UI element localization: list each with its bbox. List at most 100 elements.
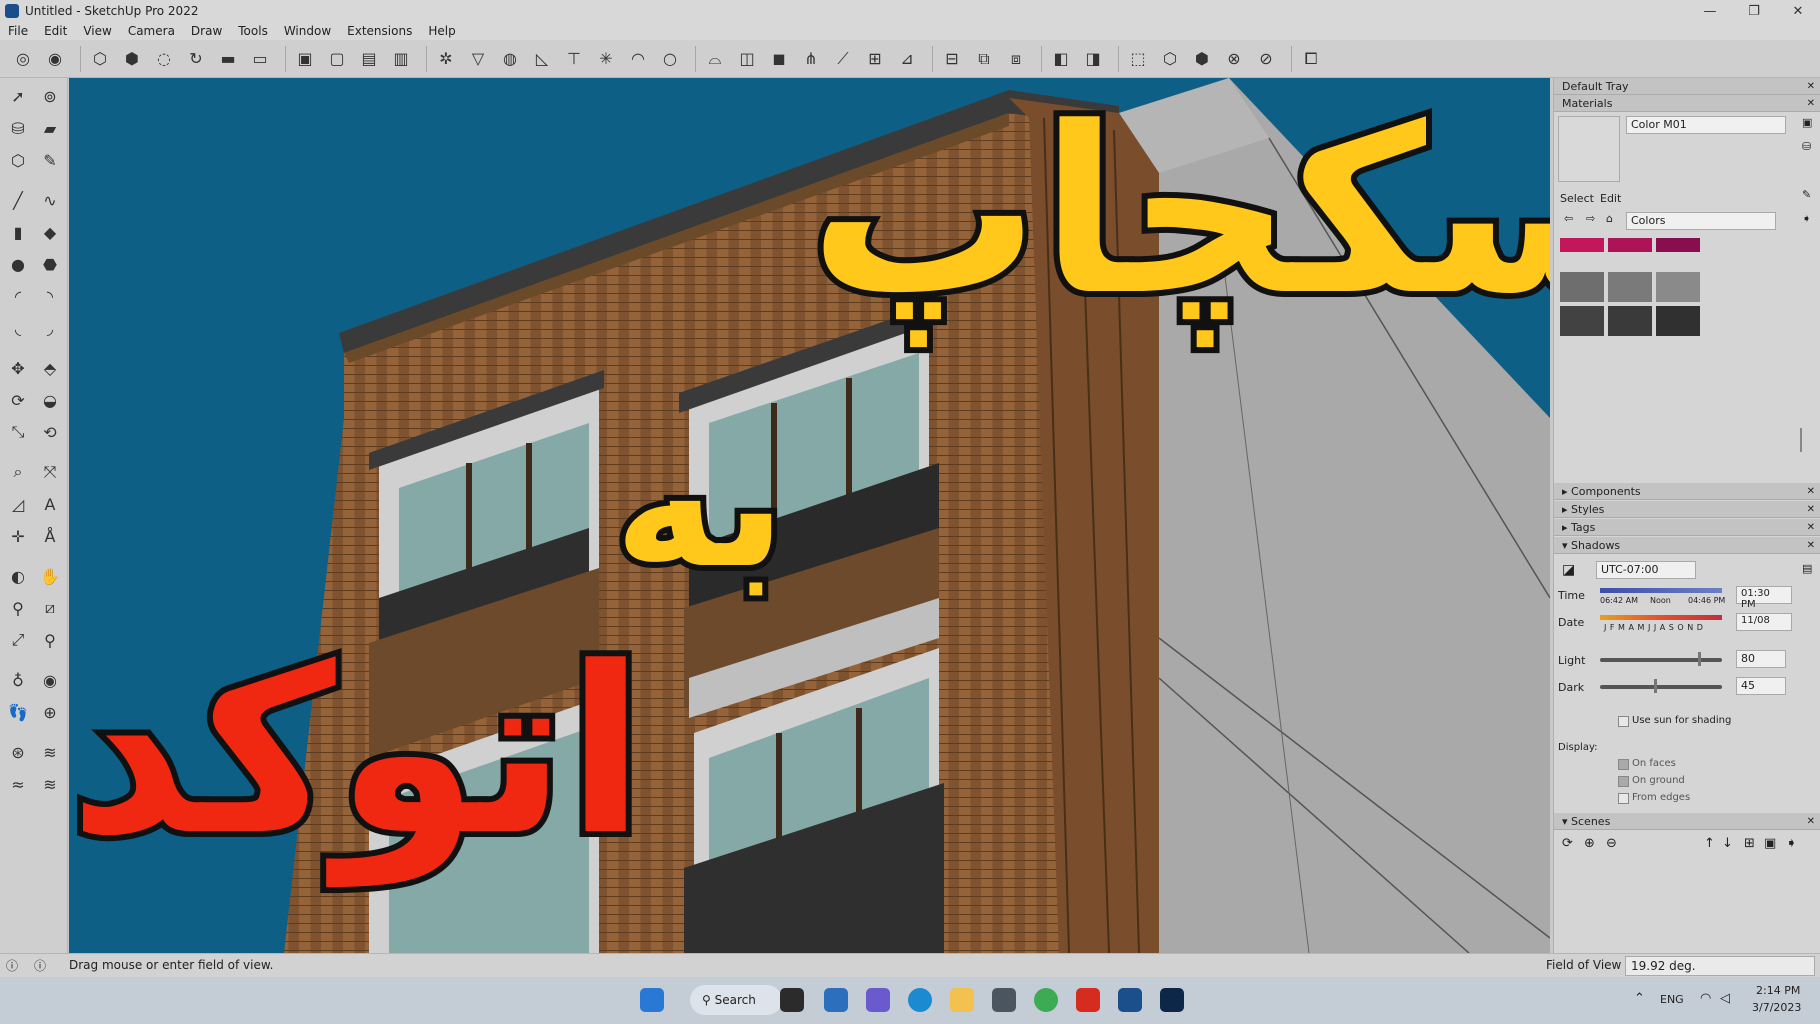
window-frame-icon[interactable]: ▤ [356,46,382,72]
material-swatch[interactable] [1656,272,1700,302]
tag-pencil-icon[interactable]: ✎ [36,146,64,174]
freehand-icon[interactable]: ∿ [36,186,64,214]
sandbox-contours-icon[interactable]: ⊛ [4,738,32,766]
back-arrow-icon[interactable]: ⇦ [1564,212,1573,225]
menu-view[interactable]: View [75,24,119,38]
scene-view-options-icon[interactable]: ⊞ [1744,836,1755,851]
lasso-icon[interactable]: ⊚ [36,82,64,110]
show-hidden-icons-icon[interactable]: ⌃ [1634,991,1645,1006]
polygon-icon[interactable]: ⬣ [36,250,64,278]
instructor-icon[interactable]: ⓘ [34,957,46,974]
protractor-icon[interactable]: ◺ [529,46,555,72]
material-swatch[interactable] [1656,306,1700,336]
time-slider[interactable] [1600,588,1722,593]
remove-scene-icon[interactable]: ⊖ [1606,836,1617,851]
pan-icon[interactable]: ✋ [36,562,64,590]
solid-tools-icon[interactable]: ◨ [1080,46,1106,72]
view-iso-icon[interactable]: ⬚ [1125,46,1151,72]
solid-tools-icon[interactable]: ◧ [1048,46,1074,72]
menu-window[interactable]: Window [276,24,339,38]
cube-icon[interactable]: ◫ [734,46,760,72]
shadows-header[interactable]: ▾ Shadows ✕ [1554,537,1820,554]
extension-icon[interactable]: ◌ [151,46,177,72]
material-swatch[interactable] [1608,272,1652,302]
volume-icon[interactable]: ◁ [1720,991,1730,1006]
menu-draw[interactable]: Draw [183,24,230,38]
light-slider-thumb[interactable] [1698,652,1701,666]
scene-thumbnails-icon[interactable]: ▣ [1764,836,1776,851]
walk-icon[interactable]: 👣 [4,698,32,726]
arc-3pt-icon[interactable]: ◟ [4,314,32,342]
pie-icon[interactable]: ◞ [36,314,64,342]
menu-extensions[interactable]: Extensions [339,24,420,38]
vcb-field[interactable]: 19.92 deg. [1625,956,1815,976]
material-swatch[interactable] [1608,238,1652,252]
tags-close-icon[interactable]: ✕ [1807,522,1815,533]
material-swatch[interactable] [1608,306,1652,336]
tray-close-icon[interactable]: ✕ [1807,81,1815,92]
clock-date[interactable]: 3/7/2023 [1752,1001,1801,1014]
on-faces-checkbox[interactable] [1618,759,1629,770]
light-slider[interactable] [1600,658,1722,662]
date-field[interactable]: 11/08 [1736,613,1792,631]
geo-location-icon[interactable]: ⓘ [6,957,18,974]
clock-time[interactable]: 2:14 PM [1756,984,1800,997]
line-icon[interactable]: ╱ [4,186,32,214]
menu-tools[interactable]: Tools [230,24,276,38]
extension-icon[interactable]: ⬡ [87,46,113,72]
roof-icon[interactable]: ⟋ [830,46,856,72]
time-field[interactable]: 01:30 PM [1736,586,1792,610]
tape-measure-icon[interactable]: ⌕ [4,458,32,486]
windows-start-icon[interactable] [640,988,664,1012]
arc-2pt-icon[interactable]: ◝ [36,282,64,310]
home-icon[interactable]: ⌂ [1606,212,1613,225]
materials-header[interactable]: Materials ✕ [1554,95,1820,112]
shadows-close-icon[interactable]: ✕ [1807,540,1815,551]
sphere-icon[interactable]: ○ [657,46,683,72]
menu-help[interactable]: Help [420,24,463,38]
stamp-icon[interactable]: ≋ [36,770,64,798]
close-button[interactable]: ✕ [1776,0,1820,22]
lock-icon[interactable]: ▥ [388,46,414,72]
components-close-icon[interactable]: ✕ [1807,486,1815,497]
view-front-icon[interactable]: ⬢ [1189,46,1215,72]
swatch-scrollbar[interactable] [1800,428,1802,452]
autocad-icon[interactable] [1076,988,1100,1012]
styles-close-icon[interactable]: ✕ [1807,504,1815,515]
circle-tool-icon[interactable]: ◍ [497,46,523,72]
dome-icon[interactable]: ◠ [625,46,651,72]
zoom-window-icon[interactable]: ⧄ [36,594,64,622]
follow-me-icon[interactable]: ◒ [36,386,64,414]
refresh-icon[interactable]: ↻ [183,46,209,72]
chrome-icon[interactable] [1034,988,1058,1012]
smoove-icon[interactable]: ≈ [4,770,32,798]
window-frame-icon[interactable]: ▣ [292,46,318,72]
circle-icon[interactable]: ● [4,250,32,278]
model-info-icon[interactable]: ◎ [10,46,36,72]
dark-field[interactable]: 45 [1736,677,1786,695]
timezone-select[interactable]: UTC-07:00 [1596,561,1696,579]
hat-icon[interactable]: ⌓ [702,46,728,72]
components-header[interactable]: ▸ Components ✕ [1554,483,1820,500]
previous-view-icon[interactable]: ⚲ [36,626,64,654]
material-swatch[interactable] [1656,238,1700,252]
protractor-icon[interactable]: ◿ [4,490,32,518]
view-top-icon[interactable]: ⬡ [1157,46,1183,72]
material-swatch[interactable] [1560,272,1604,302]
material-swatch[interactable] [1560,238,1604,252]
move-scene-up-icon[interactable]: ↑ [1704,836,1715,851]
scene-details-icon[interactable]: ➧ [1786,836,1797,851]
sandbox-scratch-icon[interactable]: ≋ [36,738,64,766]
taskbar-search[interactable]: ⚲ Search [690,985,782,1015]
tab-edit[interactable]: Edit [1600,192,1621,205]
dark-slider-thumb[interactable] [1654,679,1657,693]
view-xray-icon[interactable]: ⊗ [1221,46,1247,72]
minimize-button[interactable]: — [1688,0,1732,22]
warehouse-icon[interactable]: ◉ [42,46,68,72]
3d-text-icon[interactable]: Å [36,522,64,550]
material-name-field[interactable]: Color M01 [1626,116,1786,134]
zoom-extents-icon[interactable]: ⤢ [4,626,32,654]
funnel-icon[interactable]: ▽ [465,46,491,72]
scenes-header[interactable]: ▾ Scenes ✕ [1554,813,1820,830]
select-icon[interactable]: ➚ [4,82,32,110]
